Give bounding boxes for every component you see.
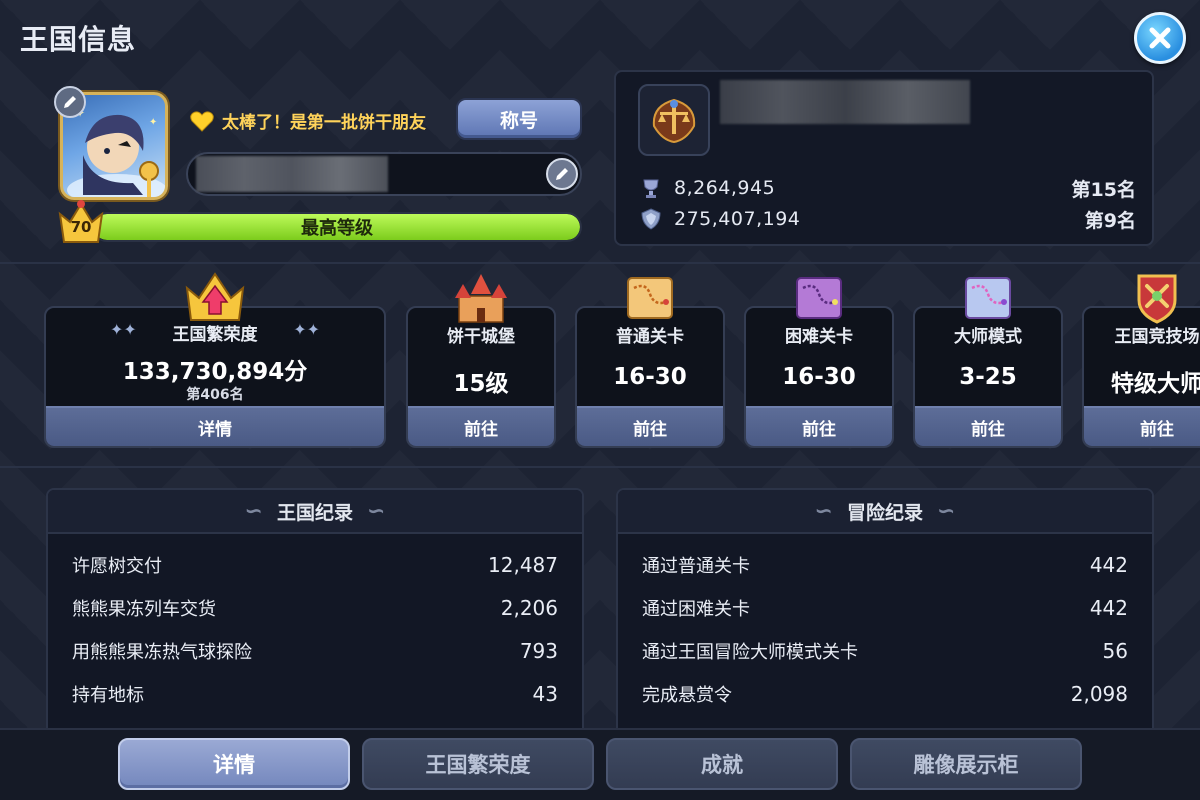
prosperity-crown-icon — [185, 272, 245, 321]
card-value: 3-25 — [959, 364, 1017, 390]
card-prosperity: ✦✦ ✦✦ 王国繁荣度 133,730,894分 第406名 详情 — [44, 272, 386, 448]
record-label: 通过普通关卡 — [642, 556, 750, 577]
title-button[interactable]: 称号 — [456, 98, 582, 140]
record-row: 持有地标 43 — [72, 679, 558, 709]
redacted-guild-name — [720, 80, 970, 124]
record-row: 通过普通关卡 442 — [642, 550, 1128, 580]
record-label: 通过王国冒险大师模式关卡 — [642, 642, 858, 663]
card-value: 16-30 — [782, 364, 856, 390]
section-divider — [0, 262, 1200, 264]
pencil-icon — [556, 168, 568, 180]
card-label: 王国竞技场 — [1114, 327, 1200, 347]
tab-statue-showcase[interactable]: 雕像展示柜 — [850, 738, 1082, 790]
kingdom-records-panel[interactable]: ∽ 王国纪录 ∽ 许愿树交付 12,487 熊熊果冻列车交货 2,206 用熊熊… — [46, 488, 584, 738]
level-bar: 最高等级 — [92, 212, 582, 242]
go-button[interactable]: 前往 — [577, 406, 723, 446]
records-title: 王国纪录 — [276, 501, 353, 524]
pencil-icon — [64, 96, 76, 108]
record-label: 持有地标 — [72, 685, 144, 706]
edit-name-button[interactable] — [546, 158, 578, 190]
guild-stat-row: 275,407,194 第9名 — [640, 205, 1136, 233]
go-button[interactable]: 前往 — [746, 406, 892, 446]
guild-stat-rank: 第15名 — [1071, 178, 1136, 201]
go-button[interactable]: 前往 — [915, 406, 1061, 446]
card-value: 15级 — [453, 371, 509, 397]
close-icon — [1149, 27, 1171, 49]
card-rank: 第406名 — [186, 387, 244, 403]
card-label: 大师模式 — [954, 327, 1022, 347]
heart-icon — [190, 110, 214, 132]
redacted-name — [196, 156, 388, 192]
arena-shield-icon — [1137, 274, 1177, 324]
record-row: 通过王国冒险大师模式关卡 56 — [642, 636, 1128, 666]
record-row: 完成悬赏令 2,098 — [642, 679, 1128, 709]
record-value: 12,487 — [488, 553, 558, 577]
swirl-right-icon: ∽ — [367, 498, 386, 524]
section-divider — [0, 466, 1200, 468]
record-value: 2,206 — [500, 596, 558, 620]
record-row: 许愿树交付 12,487 — [72, 550, 558, 580]
records-header: ∽ 冒险纪录 ∽ — [618, 490, 1152, 534]
castle-icon — [455, 274, 507, 323]
card-castle: 饼干城堡 15级 前往 — [406, 274, 556, 448]
level-number: 70 — [70, 218, 92, 236]
card-normal-stage: 普通关卡 16-30 前往 — [575, 277, 725, 448]
record-value: 793 — [519, 639, 558, 663]
record-label: 用熊熊果冻热气球探险 — [72, 642, 252, 663]
guild-stat-value: 8,264,945 — [674, 177, 776, 199]
go-button[interactable]: 前往 — [1084, 406, 1200, 446]
guild-stat-row: 8,264,945 第15名 — [640, 174, 1136, 202]
record-value: 2,098 — [1070, 682, 1128, 706]
go-button[interactable]: 前往 — [408, 406, 554, 446]
hard-map-icon — [796, 277, 842, 319]
master-map-icon — [965, 277, 1011, 319]
page-title: 王国信息 — [20, 23, 137, 56]
friend-message: 太棒了！是第一批饼干朋友 — [222, 113, 426, 133]
record-value: 56 — [1102, 639, 1128, 663]
guild-stat-rank: 第9名 — [1084, 209, 1136, 232]
guild-emblem[interactable] — [638, 84, 710, 156]
card-label: 普通关卡 — [616, 327, 684, 347]
level-crown: 70 — [56, 196, 106, 246]
record-row: 通过困难关卡 442 — [642, 593, 1128, 623]
level-label: 最高等级 — [301, 218, 373, 239]
swirl-left-icon: ∽ — [244, 498, 263, 524]
record-label: 熊熊果冻列车交货 — [72, 599, 216, 620]
card-master-mode: 大师模式 3-25 前往 — [913, 277, 1063, 448]
tab-prosperity[interactable]: 王国繁荣度 — [362, 738, 594, 790]
record-value: 442 — [1089, 553, 1128, 577]
guild-scale-emblem-icon — [652, 98, 696, 144]
trophy-cup-icon — [643, 179, 659, 198]
card-label: 饼干城堡 — [447, 327, 515, 347]
tab-achievements[interactable]: 成就 — [606, 738, 838, 790]
record-row: 熊熊果冻列车交货 2,206 — [72, 593, 558, 623]
swirl-left-icon: ∽ — [814, 498, 833, 524]
card-hard-stage: 困难关卡 16-30 前往 — [744, 277, 894, 448]
record-label: 许愿树交付 — [72, 556, 162, 577]
swirl-right-icon: ∽ — [937, 498, 956, 524]
card-value: 133,730,894分 — [122, 359, 308, 385]
tab-details[interactable]: 详情 — [118, 738, 350, 790]
details-button[interactable]: 详情 — [46, 406, 384, 446]
friend-badge: 太棒了！是第一批饼干朋友 — [190, 108, 426, 133]
card-label: 困难关卡 — [785, 327, 853, 347]
card-value: 特级大师 — [1111, 371, 1200, 397]
guild-stat-value: 275,407,194 — [674, 208, 801, 230]
record-label: 通过困难关卡 — [642, 599, 750, 620]
records-header: ∽ 王国纪录 ∽ — [48, 490, 582, 534]
card-label: 王国繁荣度 — [172, 325, 258, 345]
adventure-records-panel[interactable]: ∽ 冒险纪录 ∽ 通过普通关卡 442 通过困难关卡 442 通过王国冒险大师模… — [616, 488, 1154, 738]
normal-map-icon — [627, 277, 673, 319]
record-row: 用熊熊果冻热气球探险 793 — [72, 636, 558, 666]
card-value: 16-30 — [613, 364, 687, 390]
close-button[interactable] — [1134, 12, 1186, 64]
records-title: 冒险纪录 — [846, 501, 923, 524]
edit-avatar-button[interactable] — [54, 86, 86, 118]
card-kingdom-arena: 王国竞技场 特级大师 前往 — [1082, 274, 1200, 448]
record-value: 43 — [532, 682, 558, 706]
shield-trophy-icon — [641, 208, 661, 230]
record-value: 442 — [1089, 596, 1128, 620]
record-label: 完成悬赏令 — [642, 685, 732, 706]
svg-text:✦: ✦ — [149, 117, 157, 128]
